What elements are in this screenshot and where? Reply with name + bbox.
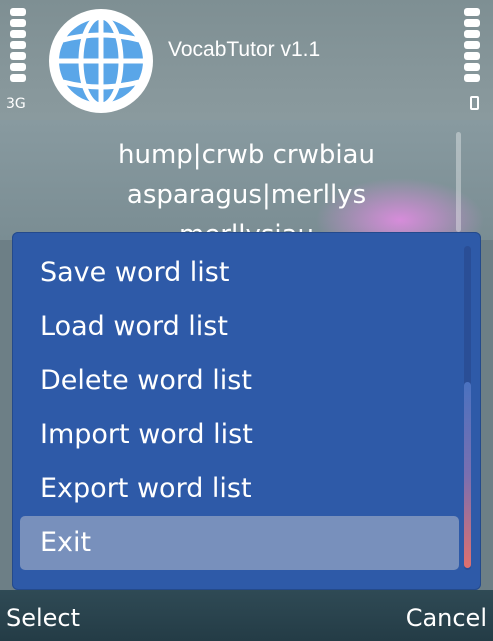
app-title: VocabTutor v1.1: [168, 38, 321, 61]
menu-item-exit[interactable]: Exit: [20, 516, 459, 570]
options-menu: Save word list Load word list Delete wor…: [12, 232, 481, 590]
menu-scrollbar-thumb[interactable]: [464, 382, 471, 568]
signal-strength-icon: [10, 8, 26, 85]
background-scrollbar: [456, 132, 461, 232]
word-line: asparagus|merllys: [126, 180, 367, 210]
word-line: hump|crwb crwbiau: [118, 140, 375, 170]
menu-item-delete-word-list[interactable]: Delete word list: [12, 354, 460, 408]
status-bar: 3G VocabTutor v1.1: [0, 0, 493, 120]
battery-level-icon: [464, 8, 480, 85]
battery-icon: [470, 96, 479, 110]
cancel-softkey[interactable]: Cancel: [406, 604, 487, 632]
softkey-bar: Select Cancel: [0, 590, 493, 641]
menu-item-export-word-list[interactable]: Export word list: [12, 462, 460, 516]
menu-item-import-word-list[interactable]: Import word list: [12, 408, 460, 462]
word-display: hump|crwb crwbiau asparagus|merllys merl…: [0, 120, 493, 240]
network-type-label: 3G: [6, 96, 26, 112]
menu-item-save-word-list[interactable]: Save word list: [12, 246, 460, 300]
globe-icon: [49, 9, 153, 113]
menu-item-load-word-list[interactable]: Load word list: [12, 300, 460, 354]
select-softkey[interactable]: Select: [6, 604, 80, 632]
